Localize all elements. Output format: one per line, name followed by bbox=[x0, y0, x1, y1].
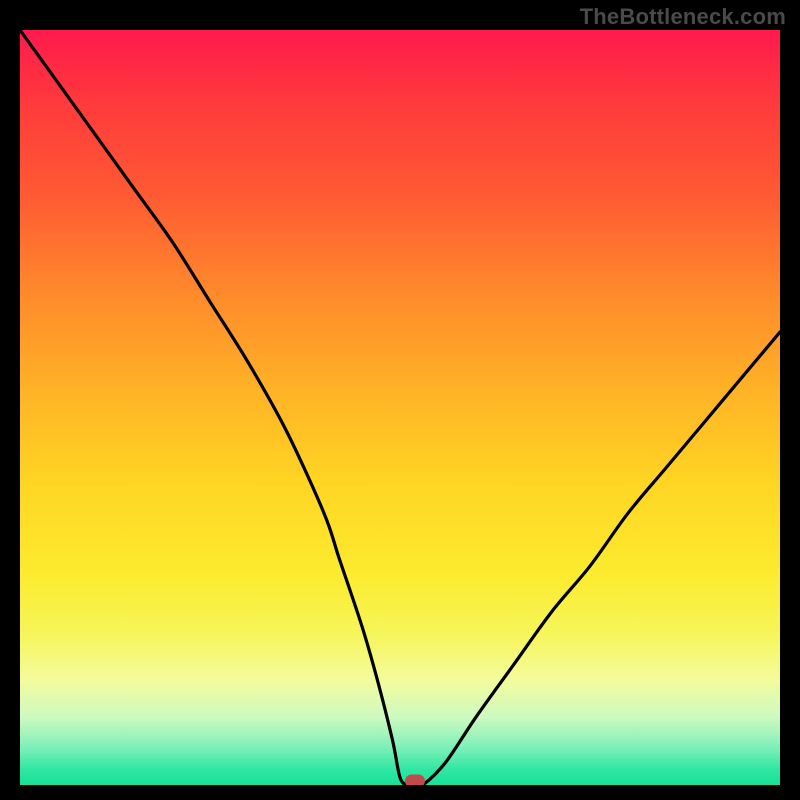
watermark-text: TheBottleneck.com bbox=[580, 4, 786, 30]
curve-path bbox=[20, 30, 780, 785]
plot-area bbox=[20, 30, 780, 785]
bottleneck-curve bbox=[20, 30, 780, 785]
chart-frame: TheBottleneck.com bbox=[0, 0, 800, 800]
optimal-marker bbox=[405, 775, 425, 785]
